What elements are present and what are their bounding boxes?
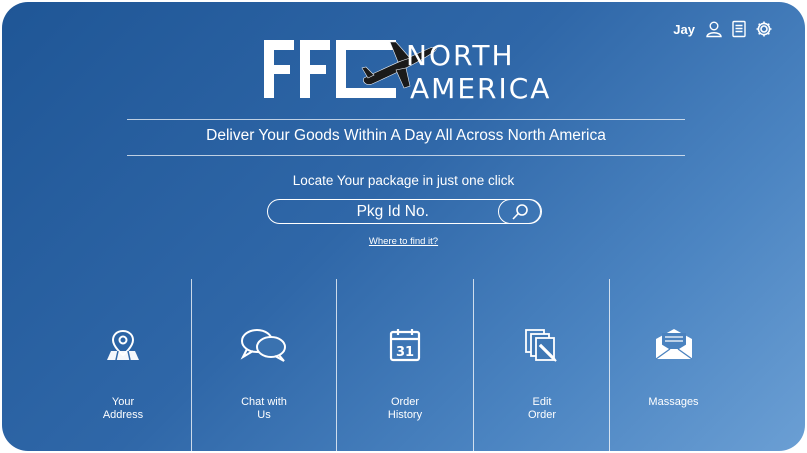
tile-label: Chat with Us xyxy=(241,396,287,421)
chat-bubbles-icon xyxy=(240,329,286,362)
gear-icon[interactable] xyxy=(755,20,773,38)
tile-messages[interactable]: Massages xyxy=(610,279,737,451)
calendar-icon: 31 xyxy=(389,329,421,362)
edit-documents-icon xyxy=(525,329,557,362)
map-pin-icon xyxy=(107,329,139,361)
where-to-find-link[interactable]: Where to find it? xyxy=(2,236,805,247)
divider-bottom xyxy=(127,155,685,156)
locate-prompt: Locate Your package in just one click xyxy=(292,173,515,188)
app-screen: Jay NORTH AMERICA Deliver Your Goods Wit… xyxy=(2,2,805,451)
user-name[interactable]: Jay xyxy=(673,22,695,37)
action-tiles: Your Address Chat with Us 31 Order Histo… xyxy=(57,279,737,451)
svg-text:31: 31 xyxy=(396,345,414,360)
search-button[interactable] xyxy=(497,199,542,224)
envelope-icon xyxy=(655,329,692,360)
divider-top xyxy=(127,119,685,120)
logo-text-america: AMERICA xyxy=(410,72,552,105)
tile-your-address[interactable]: Your Address xyxy=(57,279,189,451)
brand-logo: NORTH AMERICA xyxy=(264,38,554,108)
tagline: Deliver Your Goods Within A Day All Acro… xyxy=(206,127,606,144)
tile-label: Edit Order xyxy=(527,396,557,421)
search-icon xyxy=(511,203,528,220)
user-icon[interactable] xyxy=(705,20,723,38)
tile-label: Massages xyxy=(648,396,699,408)
top-bar: Jay xyxy=(673,20,773,38)
tile-chat-with-us[interactable]: Chat with Us xyxy=(192,279,336,451)
document-icon[interactable] xyxy=(731,20,747,38)
tile-label: Your Address xyxy=(102,396,144,421)
package-id-input[interactable] xyxy=(268,200,498,223)
tile-edit-order[interactable]: Edit Order xyxy=(474,279,610,451)
package-search xyxy=(267,199,542,224)
tile-label: Order History xyxy=(387,396,423,421)
logo-text-north: NORTH xyxy=(406,39,515,72)
tile-order-history[interactable]: 31 Order History xyxy=(337,279,473,451)
